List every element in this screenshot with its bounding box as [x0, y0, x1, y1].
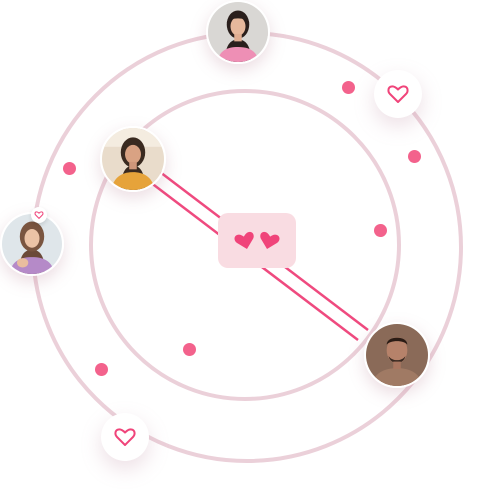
heart-outline-icon [34, 211, 44, 220]
profile-photo [366, 324, 428, 386]
orbit-dot [63, 162, 76, 175]
profile-photo [208, 2, 268, 62]
heart-filled-icon [234, 231, 254, 249]
avatar-man-beard[interactable] [364, 322, 430, 388]
like-button[interactable] [101, 413, 149, 461]
orbit-dot [342, 81, 355, 94]
match-card [218, 213, 296, 268]
orbit-dot [95, 363, 108, 376]
avatar-woman-pink-sweater[interactable] [206, 0, 270, 64]
profile-photo [2, 214, 62, 274]
heart-outline-icon [114, 428, 136, 446]
heart-outline-icon [387, 85, 409, 103]
avatar-woman-lilac-sweater[interactable] [0, 212, 64, 276]
orbit-dot [183, 343, 196, 356]
heart-filled-icon [260, 231, 280, 249]
like-button[interactable] [374, 70, 422, 118]
orbit-dot [408, 150, 421, 163]
match-orbit-scene [0, 0, 500, 502]
orbit-dot [374, 224, 387, 237]
profile-photo [102, 128, 164, 190]
avatar-woman-yellow-top[interactable] [100, 126, 166, 192]
liked-badge [31, 207, 47, 223]
